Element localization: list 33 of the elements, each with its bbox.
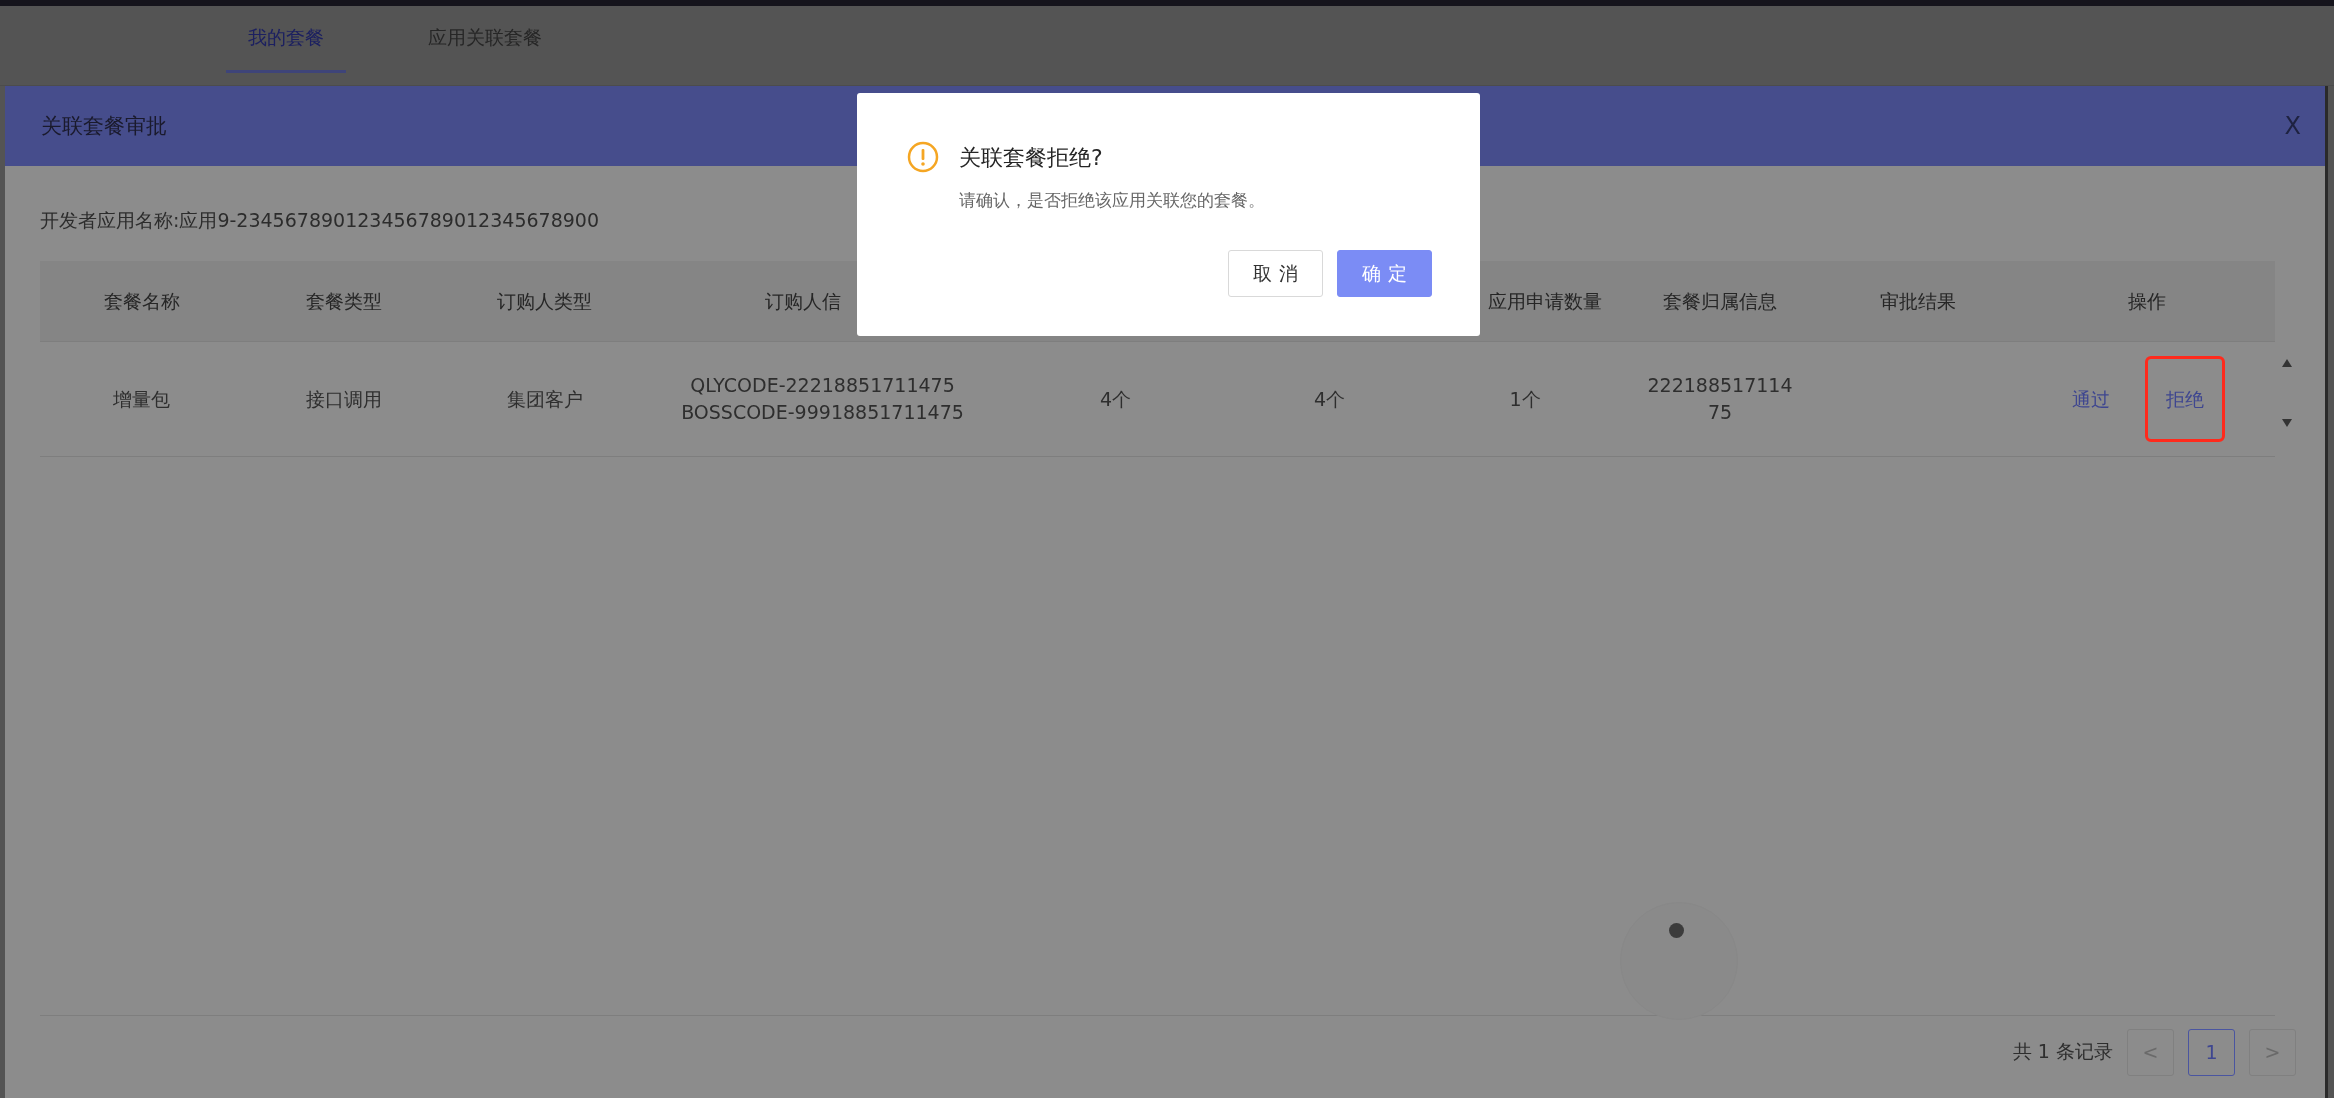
warning-icon: [907, 141, 939, 173]
table-cell-text: 4个: [1099, 386, 1132, 412]
app-name-text: 开发者应用名称:应用9-234567890123456789012345678900: [40, 208, 599, 233]
column-header: 应用申请数量: [1488, 289, 1602, 312]
table-cell-text: 1个: [1509, 386, 1541, 412]
scroll-up-icon[interactable]: [2282, 359, 2292, 367]
page-button[interactable]: 1: [2188, 1028, 2235, 1076]
action-link[interactable]: 拒绝: [2147, 358, 2222, 440]
scroll-down-icon[interactable]: [2282, 419, 2292, 427]
table-cell-text: 集团客户: [506, 386, 583, 412]
close-button[interactable]: X: [2284, 112, 2301, 140]
confirm-title: 关联套餐拒绝?: [959, 144, 1104, 172]
column-header: 订购人信: [764, 289, 841, 312]
next-page-button[interactable]: >: [2249, 1028, 2296, 1076]
action-link[interactable]: 通过: [2071, 381, 2110, 417]
table-cell-text: 222188517114 75: [1647, 373, 1793, 425]
previous-page-button[interactable]: <: [2127, 1028, 2174, 1076]
tab[interactable]: 我的套餐: [226, 6, 346, 73]
confirm-message: 请确认，是否拒绝该应用关联您的套餐。: [959, 189, 1265, 212]
confirm-button[interactable]: 确 定: [1337, 250, 1432, 297]
column-header: 套餐名称: [103, 289, 180, 312]
column-header: 审批结果: [1880, 289, 1956, 312]
column-header: 操作: [2127, 289, 2166, 312]
table-cell-text: QLYCODE-22218851711475 BOSSCODE-99918851711475: [681, 373, 964, 425]
table-cell-text: 增量包: [113, 386, 170, 412]
column-header: 订购人类型: [497, 289, 592, 312]
column-header: 套餐类型: [305, 289, 382, 312]
dialog-title: 关联套餐审批: [41, 113, 167, 140]
table-cell-text: 接口调用: [305, 386, 382, 412]
record-count: 共 1 条记录: [2012, 1039, 2113, 1064]
cancel-button[interactable]: 取 消: [1228, 250, 1323, 297]
table-cell-text: 4个: [1313, 386, 1346, 412]
column-header: 套餐归属信息: [1663, 289, 1777, 312]
